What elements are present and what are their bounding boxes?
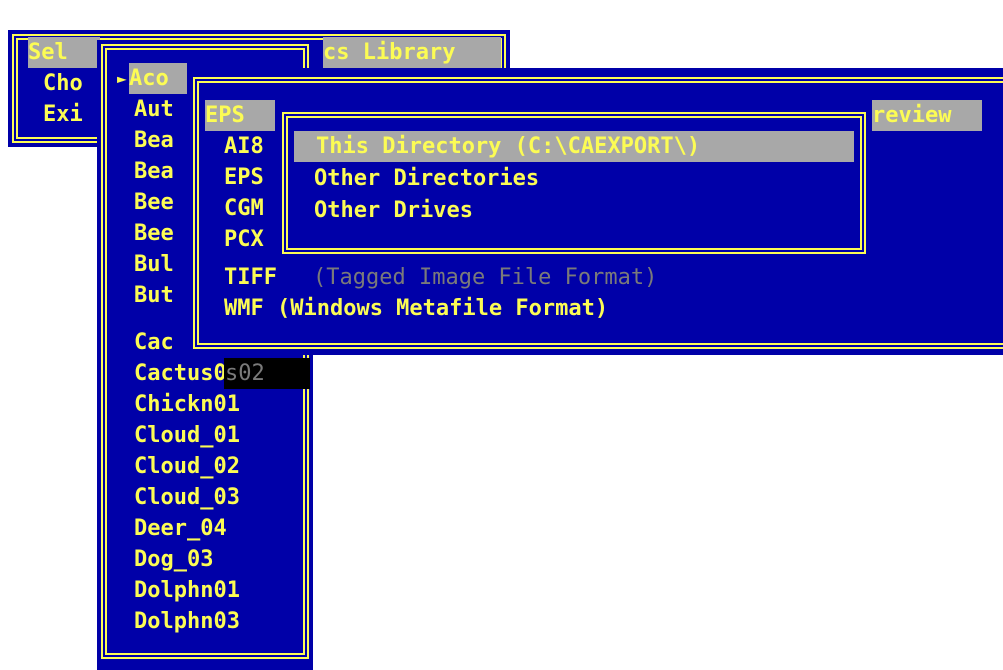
file-list-item[interactable]: Bee bbox=[134, 218, 194, 249]
main-menu-item-exit[interactable]: Exi bbox=[43, 99, 103, 130]
file-list-item[interactable]: Dolphn03 bbox=[134, 606, 294, 637]
file-list-item[interactable]: Cloud_03 bbox=[134, 482, 294, 513]
format-item-pcx[interactable]: PCX bbox=[224, 224, 274, 255]
directory-item-other-directories[interactable]: Other Directories bbox=[314, 163, 664, 194]
file-list-item[interactable]: But bbox=[134, 280, 194, 311]
format-menu-title: review bbox=[872, 100, 982, 131]
file-list-item[interactable]: Dolphn01 bbox=[134, 575, 294, 606]
format-item-wmf[interactable]: WMF (Windows Metafile Format) bbox=[224, 293, 764, 324]
format-item-cgm[interactable]: CGM bbox=[224, 193, 274, 224]
file-list-item[interactable]: Cac bbox=[134, 327, 194, 358]
file-list-item[interactable]: Cactus02 bbox=[134, 358, 234, 389]
file-list-item[interactable]: Bea bbox=[134, 156, 194, 187]
main-menu-item-choose[interactable]: Cho bbox=[43, 68, 103, 99]
file-list-item[interactable]: Bea bbox=[134, 125, 194, 156]
file-list-item[interactable]: Bul bbox=[134, 249, 194, 280]
file-list-item[interactable]: Aco bbox=[129, 63, 187, 94]
file-list-item[interactable]: Aut bbox=[134, 94, 194, 125]
format-item-tiff-description: (Tagged Image File Format) bbox=[313, 265, 658, 290]
file-list-item[interactable]: Cloud_01 bbox=[134, 420, 294, 451]
main-menu-title-right: cs Library bbox=[323, 37, 501, 68]
directory-menu-window: This Directory (C:\CAEXPORT\) Other Dire… bbox=[280, 110, 868, 256]
directory-item-this-directory[interactable]: This Directory (C:\CAEXPORT\) bbox=[294, 131, 854, 162]
file-list-item[interactable]: Deer_04 bbox=[134, 513, 294, 544]
directory-item-other-drives[interactable]: Other Drives bbox=[314, 195, 614, 226]
file-list-item[interactable]: Cloud_02 bbox=[134, 451, 294, 482]
format-item-eps[interactable]: EPS bbox=[224, 162, 274, 193]
obscured-dialog-text: s02 bbox=[225, 361, 265, 386]
file-list-item[interactable]: Chickn01 bbox=[134, 389, 294, 420]
file-list-item[interactable]: Bee bbox=[134, 187, 194, 218]
main-menu-title-left: Sel bbox=[28, 37, 100, 68]
format-item-eps-selected[interactable]: EPS bbox=[205, 100, 275, 131]
format-item-tiff[interactable]: TIFF bbox=[224, 262, 294, 293]
format-item-ai8[interactable]: AI8 bbox=[224, 131, 274, 162]
file-list-item[interactable]: Dog_03 bbox=[134, 544, 294, 575]
